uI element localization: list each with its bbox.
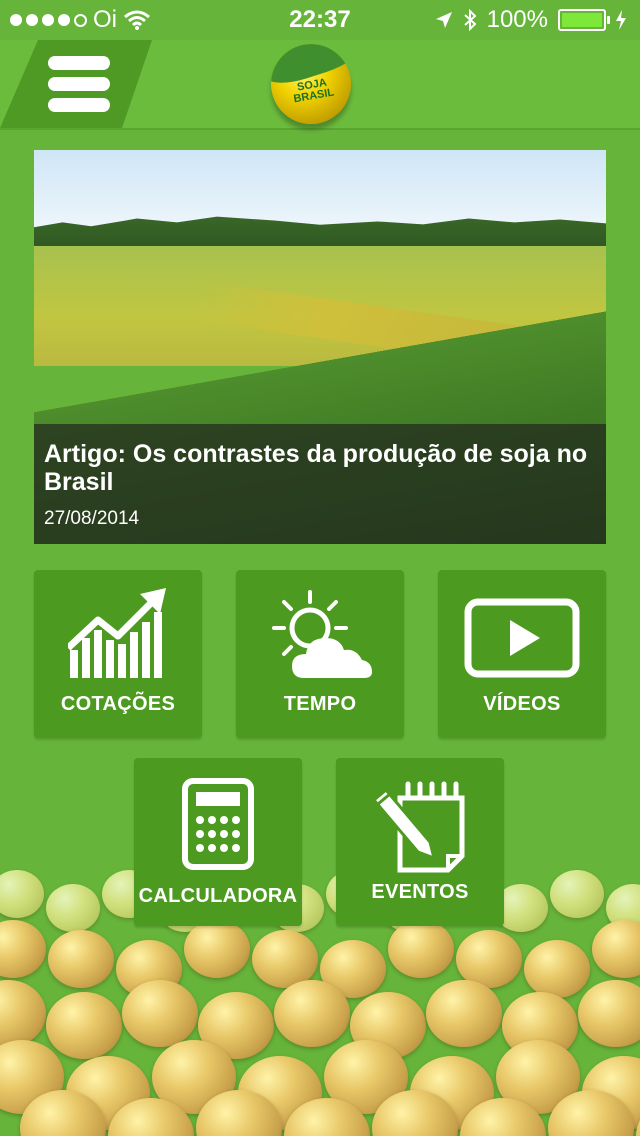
tile-tempo[interactable]: TEMPO	[236, 570, 404, 738]
battery-icon	[558, 9, 610, 31]
soybean	[274, 980, 350, 1047]
featured-article[interactable]: Artigo: Os contrastes da produção de soj…	[34, 150, 606, 544]
soybean	[578, 980, 640, 1047]
soybean	[0, 920, 46, 978]
soybean	[48, 930, 114, 988]
tile-label-calculadora: CALCULADORA	[138, 885, 298, 907]
hamburger-icon	[48, 56, 110, 119]
tile-label-videos: VÍDEOS	[483, 693, 561, 715]
tile-cotacoes[interactable]: COTAÇÕES	[34, 570, 202, 738]
soybean	[388, 920, 454, 978]
article-image	[34, 150, 606, 230]
menu-button[interactable]	[0, 40, 152, 128]
article-caption: Artigo: Os contrastes da produção de soj…	[34, 424, 606, 544]
chart-trend-icon	[68, 588, 166, 678]
nav-bar: SOJA BRASIL	[0, 40, 640, 130]
tile-label-tempo: TEMPO	[283, 693, 357, 715]
soybean	[524, 940, 590, 998]
app-logo: SOJA BRASIL	[271, 44, 351, 124]
soybean	[0, 980, 46, 1047]
notepad-pencil-icon	[371, 781, 465, 873]
tile-videos[interactable]: VÍDEOS	[438, 570, 606, 738]
soybean	[46, 884, 100, 932]
calculator-icon	[182, 778, 254, 870]
article-date: 27/08/2014	[44, 508, 140, 529]
tile-label-eventos: EVENTOS	[371, 881, 469, 903]
tile-label-cotacoes: COTAÇÕES	[60, 693, 176, 715]
soybean	[184, 920, 250, 978]
soybean	[550, 870, 604, 918]
sun-cloud-icon	[272, 590, 372, 678]
status-bar: Oi 22:37 100%	[0, 0, 640, 40]
charging-icon	[616, 10, 626, 30]
article-title: Artigo: Os contrastes da produção de soj…	[44, 440, 588, 496]
soybean	[426, 980, 502, 1047]
tile-calculadora[interactable]: CALCULADORA	[134, 758, 302, 926]
battery-percent: 100%	[486, 6, 548, 33]
soybean	[122, 980, 198, 1047]
soybeans-background	[0, 860, 640, 1136]
soybean	[0, 870, 44, 918]
bluetooth-icon	[463, 9, 477, 31]
play-video-icon	[464, 598, 580, 678]
soybean	[46, 992, 122, 1059]
location-icon	[435, 12, 452, 28]
tile-eventos[interactable]: EVENTOS	[336, 758, 504, 926]
soybean	[592, 920, 640, 978]
status-right: 100%	[435, 6, 626, 34]
